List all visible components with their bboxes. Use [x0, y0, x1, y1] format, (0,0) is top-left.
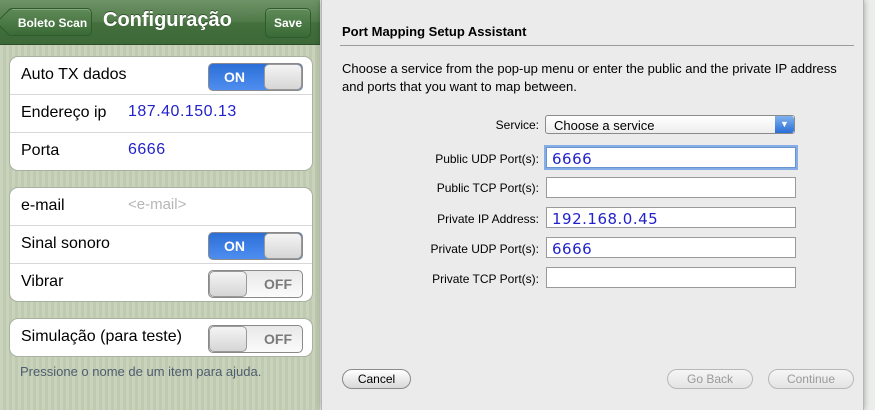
- cancel-button[interactable]: Cancel: [342, 369, 411, 389]
- vibrate-toggle-text: OFF: [264, 276, 292, 292]
- port-mapping-sheet: Port Mapping Setup Assistant Choose a se…: [321, 0, 864, 410]
- service-label: Service:: [495, 118, 539, 132]
- simulation-row[interactable]: Simulação (para teste) OFF: [10, 319, 312, 356]
- test-settings-group: Simulação (para teste) OFF: [9, 318, 313, 357]
- sound-row[interactable]: Sinal sonoro ON: [10, 226, 312, 264]
- ip-label: Endereço ip: [21, 104, 107, 121]
- navigation-bar: Boleto Scan Configuração Save: [0, 0, 320, 45]
- auto-tx-toggle[interactable]: ON: [208, 63, 303, 91]
- auto-tx-toggle-text: ON: [224, 69, 245, 85]
- notification-settings-group: e-mail <e-mail> Sinal sonoro ON Vibrar O…: [9, 187, 313, 302]
- ip-field[interactable]: 187.40.150.13: [128, 103, 237, 121]
- chevron-down-icon: ▼: [775, 116, 794, 133]
- help-hint: Pressione o nome de um item para ajuda.: [20, 364, 262, 379]
- public-udp-value: 6666: [552, 150, 593, 168]
- private-udp-value: 6666: [552, 240, 593, 258]
- save-button[interactable]: Save: [265, 8, 311, 38]
- sound-label: Sinal sonoro: [21, 235, 110, 252]
- email-field[interactable]: <e-mail>: [128, 196, 186, 213]
- page-title: Configuração: [103, 9, 232, 31]
- port-field[interactable]: 6666: [128, 141, 166, 159]
- continue-button[interactable]: Continue: [768, 369, 854, 389]
- public-tcp-label: Public TCP Port(s):: [436, 181, 539, 195]
- private-udp-field[interactable]: 6666: [546, 237, 796, 258]
- sound-toggle[interactable]: ON: [208, 232, 303, 260]
- port-label: Porta: [21, 142, 60, 159]
- sheet-title: Port Mapping Setup Assistant: [342, 24, 527, 39]
- private-ip-value: 192.168.0.45: [552, 210, 659, 228]
- email-row[interactable]: e-mail <e-mail>: [10, 188, 312, 226]
- vibrate-toggle[interactable]: OFF: [208, 270, 303, 298]
- vibrate-label: Vibrar: [21, 273, 64, 290]
- public-udp-field[interactable]: 6666: [546, 147, 796, 168]
- go-back-button[interactable]: Go Back: [667, 369, 753, 389]
- simulation-toggle[interactable]: OFF: [208, 325, 303, 353]
- service-popup[interactable]: Choose a service ▼: [545, 115, 795, 134]
- public-tcp-field[interactable]: [546, 177, 796, 198]
- vibrate-row[interactable]: Vibrar OFF: [10, 264, 312, 301]
- auto-tx-row[interactable]: Auto TX dados ON: [10, 57, 312, 95]
- private-ip-field[interactable]: 192.168.0.45: [546, 207, 796, 228]
- port-row[interactable]: Porta 6666: [10, 133, 312, 170]
- sheet-description: Choose a service from the pop-up menu or…: [342, 61, 837, 94]
- iphone-settings-panel: Boleto Scan Configuração Save Auto TX da…: [0, 0, 320, 410]
- public-udp-label: Public UDP Port(s):: [435, 152, 539, 166]
- sound-toggle-text: ON: [224, 238, 245, 254]
- toggle-knob: [209, 326, 247, 352]
- service-popup-value: Choose a service: [554, 118, 655, 133]
- simulation-toggle-text: OFF: [264, 331, 292, 347]
- private-udp-label: Private UDP Port(s):: [430, 242, 539, 256]
- ip-row[interactable]: Endereço ip 187.40.150.13: [10, 95, 312, 133]
- network-settings-group: Auto TX dados ON Endereço ip 187.40.150.…: [9, 56, 313, 171]
- simulation-label: Simulação (para teste): [21, 328, 182, 345]
- back-button-label: Boleto Scan: [17, 16, 88, 30]
- toggle-knob: [264, 233, 302, 259]
- divider: [340, 45, 854, 46]
- auto-tx-label: Auto TX dados: [21, 66, 127, 83]
- toggle-knob: [209, 271, 247, 297]
- toggle-knob: [264, 64, 302, 90]
- private-tcp-label: Private TCP Port(s):: [432, 272, 539, 286]
- email-label: e-mail: [21, 197, 65, 214]
- private-ip-label: Private IP Address:: [437, 212, 539, 226]
- private-tcp-field[interactable]: [546, 267, 796, 288]
- back-button[interactable]: Boleto Scan: [7, 8, 92, 36]
